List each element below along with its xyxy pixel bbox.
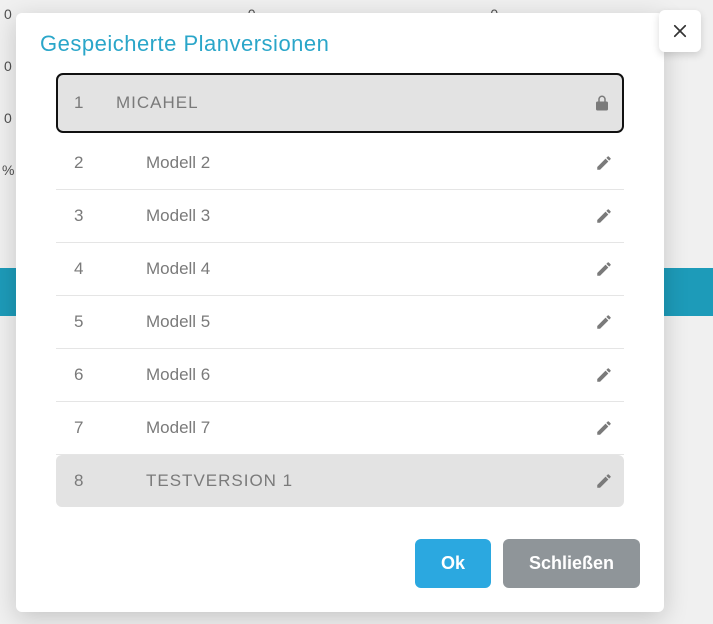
edit-icon[interactable] bbox=[584, 154, 624, 172]
edit-icon[interactable] bbox=[584, 260, 624, 278]
row-number: 5 bbox=[56, 312, 146, 332]
row-number: 4 bbox=[56, 259, 146, 279]
planversion-row[interactable]: 8TESTVERSION 1 bbox=[56, 455, 624, 507]
row-number: 6 bbox=[56, 365, 146, 385]
row-label: TESTVERSION 1 bbox=[146, 471, 584, 491]
planversions-dialog: Gespeicherte Planversionen 1MICAHEL2Mode… bbox=[16, 13, 664, 612]
row-number: 8 bbox=[56, 471, 146, 491]
ok-button[interactable]: Ok bbox=[415, 539, 491, 588]
row-label: Modell 6 bbox=[146, 365, 584, 385]
row-label: Modell 5 bbox=[146, 312, 584, 332]
row-number: 7 bbox=[56, 418, 146, 438]
planversion-row[interactable]: 3Modell 3 bbox=[56, 190, 624, 243]
edit-icon[interactable] bbox=[584, 207, 624, 225]
planversion-row[interactable]: 4Modell 4 bbox=[56, 243, 624, 296]
row-label: MICAHEL bbox=[116, 93, 582, 113]
planversion-row[interactable]: 5Modell 5 bbox=[56, 296, 624, 349]
row-number: 3 bbox=[56, 206, 146, 226]
lock-icon bbox=[582, 94, 622, 112]
dialog-title: Gespeicherte Planversionen bbox=[16, 13, 664, 73]
edit-icon[interactable] bbox=[584, 472, 624, 490]
planversion-row[interactable]: 1MICAHEL bbox=[56, 73, 624, 133]
row-label: Modell 2 bbox=[146, 153, 584, 173]
close-icon bbox=[671, 22, 689, 40]
close-button[interactable]: Schließen bbox=[503, 539, 640, 588]
planversion-row[interactable]: 7Modell 7 bbox=[56, 402, 624, 455]
edit-icon[interactable] bbox=[584, 419, 624, 437]
planversion-list: 1MICAHEL2Modell 23Modell 34Modell 45Mode… bbox=[16, 73, 664, 507]
row-label: Modell 7 bbox=[146, 418, 584, 438]
row-label: Modell 3 bbox=[146, 206, 584, 226]
row-number: 2 bbox=[56, 153, 146, 173]
dialog-close-button[interactable] bbox=[659, 10, 701, 52]
edit-icon[interactable] bbox=[584, 313, 624, 331]
dialog-footer: Ok Schließen bbox=[16, 507, 664, 592]
planversion-row[interactable]: 6Modell 6 bbox=[56, 349, 624, 402]
edit-icon[interactable] bbox=[584, 366, 624, 384]
planversion-row[interactable]: 2Modell 2 bbox=[56, 137, 624, 190]
row-label: Modell 4 bbox=[146, 259, 584, 279]
